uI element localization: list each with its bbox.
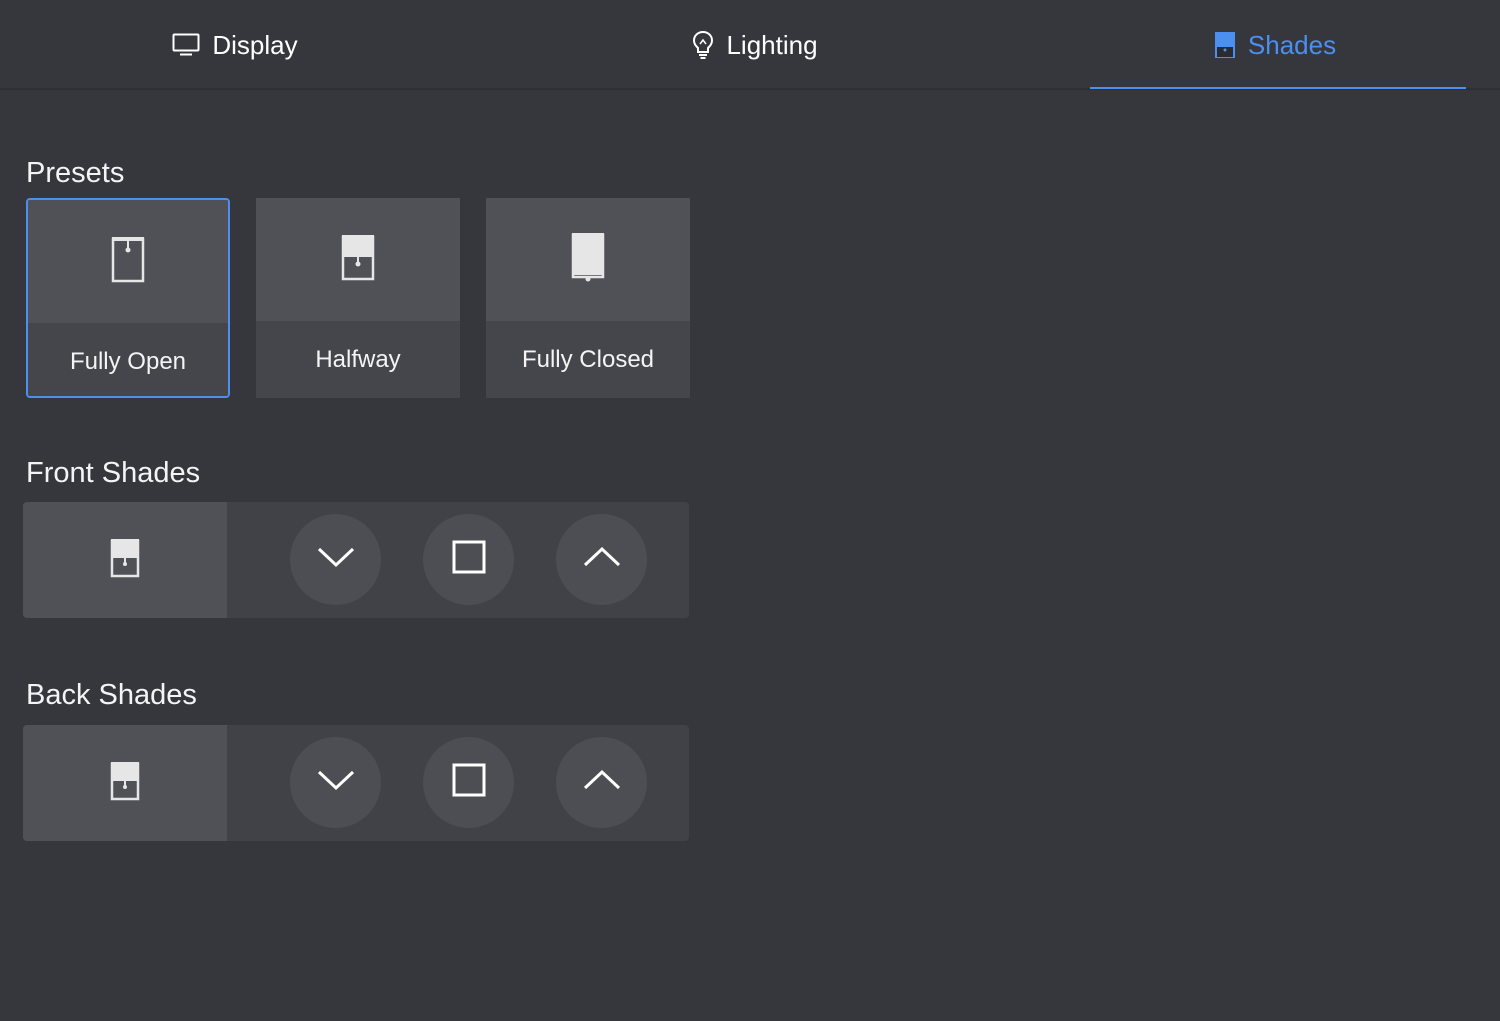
front-shades-up-button[interactable] [556, 514, 647, 605]
back-shades-status [23, 725, 227, 841]
preset-fully-open-icon-area [28, 200, 228, 323]
tab-lighting-label: Lighting [726, 29, 818, 60]
preset-fully-closed-label: Fully Closed [486, 321, 690, 398]
presets-title: Presets [26, 157, 125, 189]
preset-fully-open-label: Fully Open [28, 323, 228, 396]
shade-open-icon [110, 235, 146, 288]
shade-icon [1214, 31, 1236, 59]
chevron-up-icon [582, 768, 622, 797]
preset-halfway-label: Halfway [256, 321, 460, 398]
tab-shades[interactable]: Shades [1150, 0, 1400, 90]
back-shades-up-button[interactable] [556, 737, 647, 828]
stop-icon [452, 763, 486, 802]
preset-halfway[interactable]: Halfway [256, 198, 460, 398]
preset-fully-open[interactable]: Fully Open [26, 198, 230, 398]
active-tab-indicator [1090, 87, 1466, 89]
front-shades-stop-button[interactable] [423, 514, 514, 605]
front-shades-row [23, 502, 689, 618]
back-shades-stop-button[interactable] [423, 737, 514, 828]
tab-display[interactable]: Display [110, 0, 360, 90]
front-shades-title: Front Shades [26, 457, 201, 489]
chevron-down-icon [316, 545, 356, 574]
preset-fully-closed-icon-area [486, 198, 690, 321]
lightbulb-icon [692, 30, 714, 60]
preset-fully-closed[interactable]: Fully Closed [486, 198, 690, 398]
front-shades-status [23, 502, 227, 618]
back-shades-title: Back Shades [26, 679, 197, 711]
tab-display-label: Display [212, 29, 298, 60]
chevron-up-icon [582, 545, 622, 574]
tab-bar: Display Lighting Shades [0, 0, 1500, 90]
monitor-icon [172, 33, 200, 57]
preset-halfway-icon-area [256, 198, 460, 321]
stop-icon [452, 540, 486, 579]
shade-closed-icon [570, 231, 606, 288]
back-shades-down-button[interactable] [290, 737, 381, 828]
front-shades-down-button[interactable] [290, 514, 381, 605]
shade-halfway-icon [110, 538, 140, 583]
chevron-down-icon [316, 768, 356, 797]
back-shades-row [23, 725, 689, 841]
tab-lighting[interactable]: Lighting [630, 0, 880, 90]
shade-halfway-icon [340, 233, 376, 286]
shade-halfway-icon [110, 761, 140, 806]
tab-shades-label: Shades [1247, 29, 1337, 60]
